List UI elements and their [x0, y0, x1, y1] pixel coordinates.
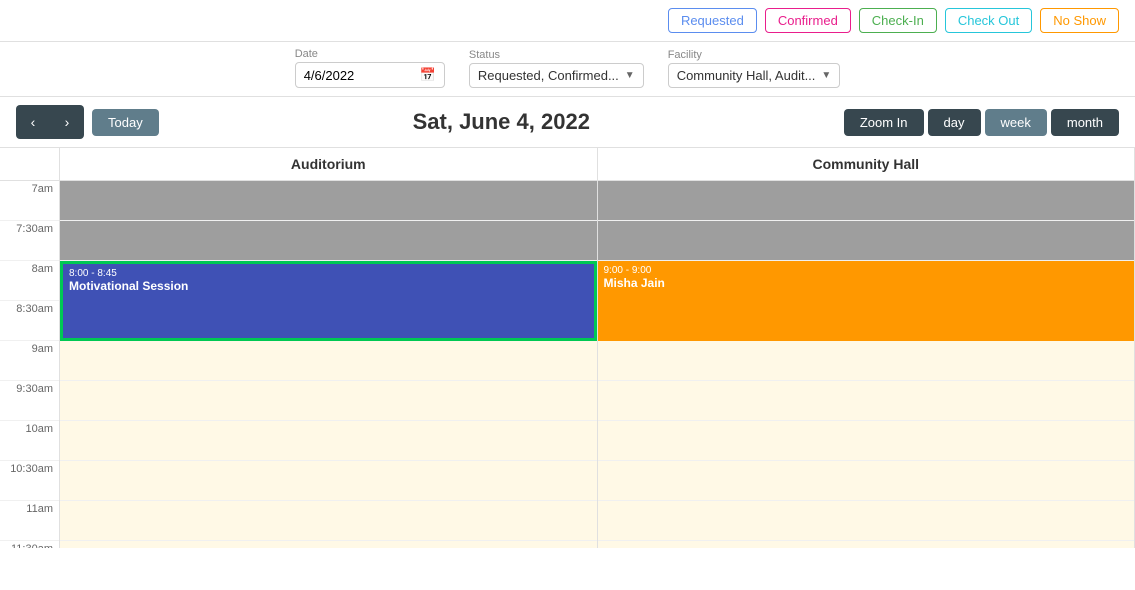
ch-slot-0: [598, 181, 1135, 221]
status-bar: Requested Confirmed Check-In Check Out N…: [0, 0, 1135, 42]
nav-buttons: ‹ ›: [16, 105, 84, 139]
ch-slot-6: [598, 421, 1135, 461]
time-slot-10am: 10am: [0, 421, 59, 461]
status-filter-value: Requested, Confirmed...: [478, 68, 619, 83]
facility-chevron-icon: ▼: [821, 70, 831, 81]
ch-slot-1: [598, 221, 1135, 261]
prev-button[interactable]: ‹: [16, 105, 50, 139]
requested-button[interactable]: Requested: [668, 8, 757, 33]
aud-slot-5: [60, 381, 597, 421]
time-gutter-header: [0, 148, 60, 180]
status-filter-label: Status: [469, 49, 644, 61]
aud-slot-6: [60, 421, 597, 461]
calendar-grid: Auditorium Community Hall 7am 7:30am 8am…: [0, 148, 1135, 548]
time-slot-1130am: 11:30am: [0, 541, 59, 548]
time-slot-8am: 8am: [0, 261, 59, 301]
facility-label: Facility: [668, 49, 841, 61]
filter-row: Date 📅 Status Requested, Confirmed... ▼ …: [0, 42, 1135, 97]
ch-slot-9: [598, 541, 1135, 548]
confirmed-button[interactable]: Confirmed: [765, 8, 851, 33]
view-buttons: Zoom In day week month: [844, 109, 1119, 136]
date-filter-group: Date 📅: [295, 48, 445, 88]
ch-slot-5: [598, 381, 1135, 421]
aud-slot-0: [60, 181, 597, 221]
ch-slot-8: [598, 501, 1135, 541]
time-column: 7am 7:30am 8am 8:30am 9am 9:30am 10am 10…: [0, 181, 60, 548]
motivational-session-event[interactable]: 8:00 - 8:45 Motivational Session: [60, 261, 597, 341]
column-headers: Auditorium Community Hall: [0, 148, 1135, 181]
auditorium-column: 8:00 - 8:45 Motivational Session: [60, 181, 598, 548]
day-view-button[interactable]: day: [928, 109, 981, 136]
calendar-title: Sat, June 4, 2022: [159, 109, 844, 135]
checkout-button[interactable]: Check Out: [945, 8, 1032, 33]
status-chevron-icon: ▼: [625, 70, 635, 81]
time-slot-9am: 9am: [0, 341, 59, 381]
misha-jain-event[interactable]: 9:00 - 9:00 Misha Jain: [598, 261, 1135, 341]
date-label: Date: [295, 48, 445, 60]
facility-filter-select[interactable]: Community Hall, Audit... ▼: [668, 63, 841, 88]
ch-slot-4: [598, 341, 1135, 381]
community-hall-column: 9:00 - 9:00 Misha Jain: [598, 181, 1135, 548]
date-input-wrap[interactable]: 📅: [295, 62, 445, 88]
next-button[interactable]: ›: [50, 105, 84, 139]
aud-slot-9: [60, 541, 597, 548]
today-button[interactable]: Today: [92, 109, 159, 136]
time-slot-830am: 8:30am: [0, 301, 59, 341]
time-slot-1030am: 10:30am: [0, 461, 59, 501]
aud-slot-4: [60, 341, 597, 381]
facility-filter-group: Facility Community Hall, Audit... ▼: [668, 49, 841, 88]
calendar-header: ‹ › Today Sat, June 4, 2022 Zoom In day …: [0, 97, 1135, 148]
facility-filter-value: Community Hall, Audit...: [677, 68, 816, 83]
aud-slot-1: [60, 221, 597, 261]
date-input[interactable]: [304, 68, 414, 83]
community-hall-header: Community Hall: [598, 148, 1135, 180]
calendar-body: 7am 7:30am 8am 8:30am 9am 9:30am 10am 10…: [0, 181, 1135, 548]
zoom-in-button[interactable]: Zoom In: [844, 109, 924, 136]
aud-slot-7: [60, 461, 597, 501]
week-view-button[interactable]: week: [985, 109, 1047, 136]
noshow-button[interactable]: No Show: [1040, 8, 1119, 33]
time-slot-11am: 11am: [0, 501, 59, 541]
ch-event-title: Misha Jain: [604, 276, 1129, 290]
ch-event-time: 9:00 - 9:00: [604, 265, 1129, 276]
time-slot-7am: 7am: [0, 181, 59, 221]
aud-slot-8: [60, 501, 597, 541]
status-filter-group: Status Requested, Confirmed... ▼: [469, 49, 644, 88]
event-title: Motivational Session: [69, 279, 588, 293]
event-time: 8:00 - 8:45: [69, 268, 588, 279]
ch-slot-7: [598, 461, 1135, 501]
time-slot-730am: 7:30am: [0, 221, 59, 261]
time-slot-930am: 9:30am: [0, 381, 59, 421]
status-filter-select[interactable]: Requested, Confirmed... ▼: [469, 63, 644, 88]
month-view-button[interactable]: month: [1051, 109, 1119, 136]
calendar-icon: 📅: [420, 67, 436, 83]
auditorium-header: Auditorium: [60, 148, 598, 180]
checkin-button[interactable]: Check-In: [859, 8, 937, 33]
